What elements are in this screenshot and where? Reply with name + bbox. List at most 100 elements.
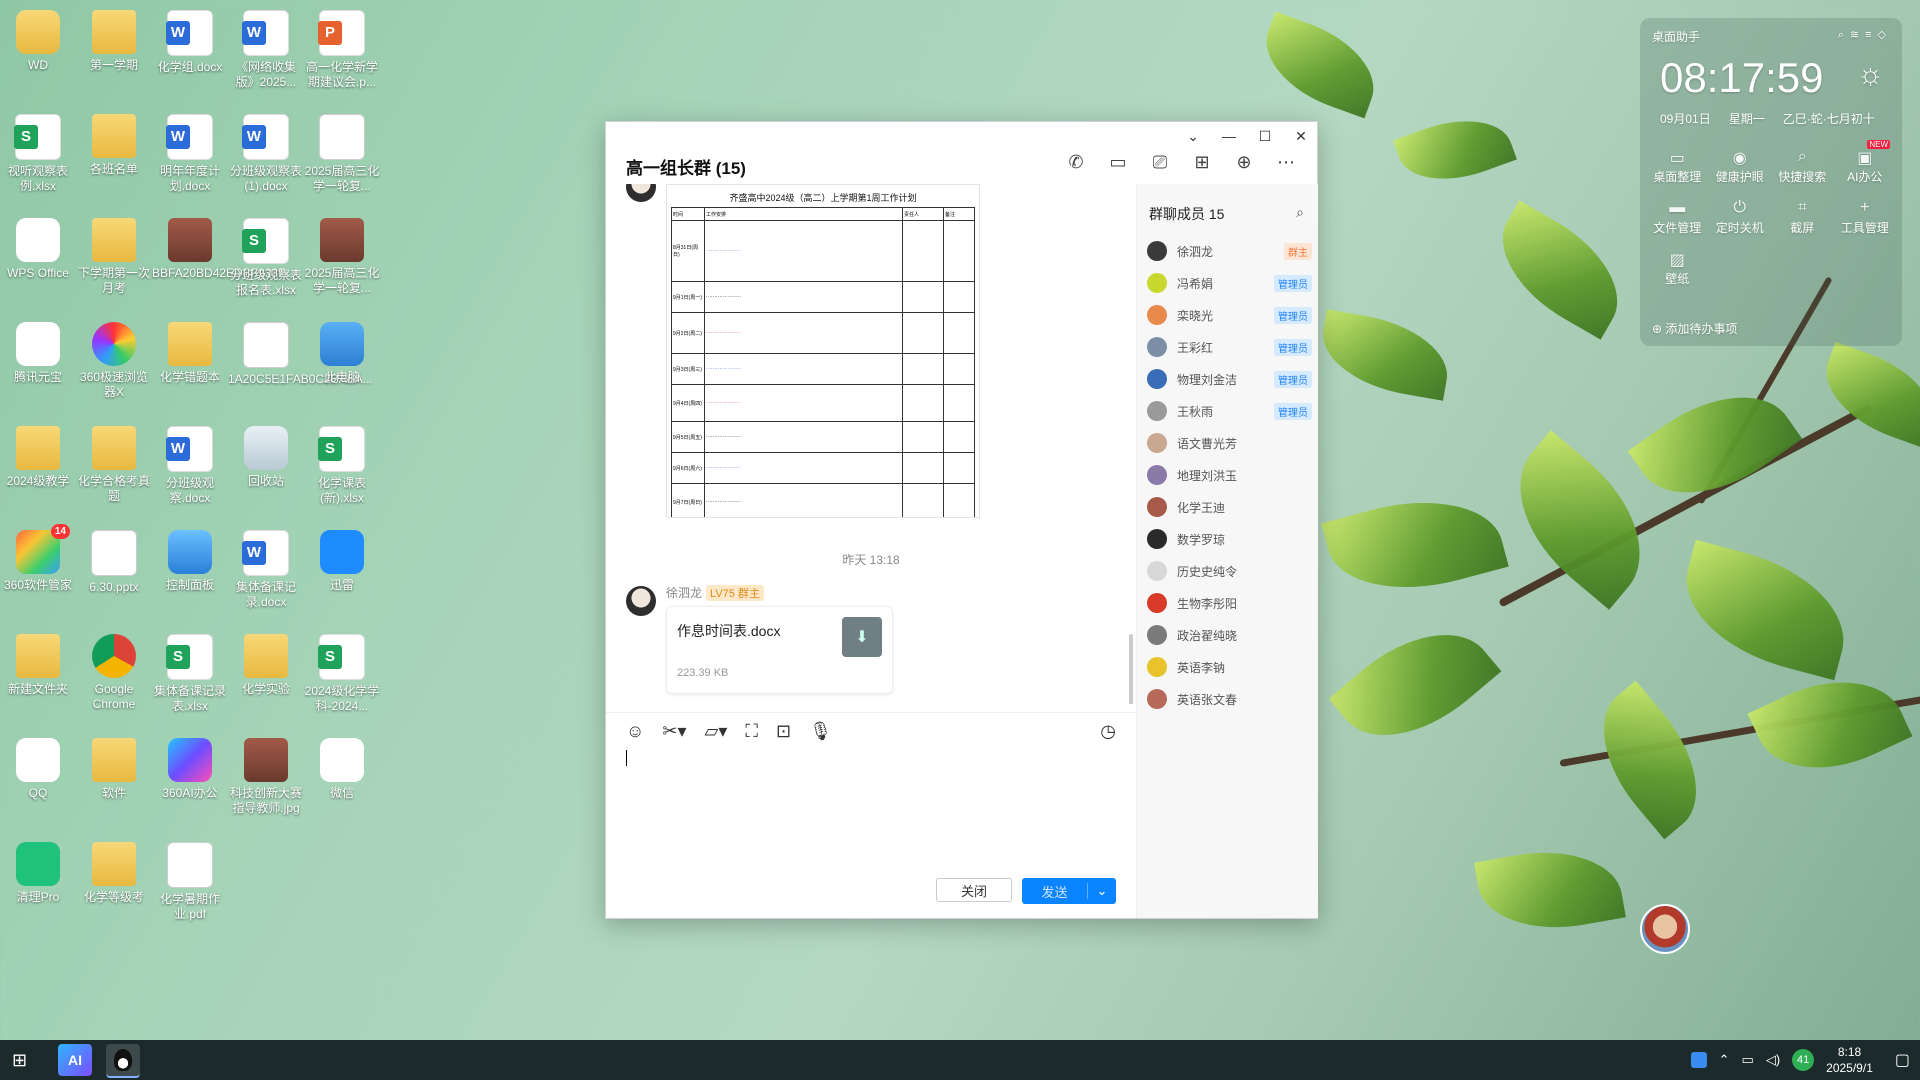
desktop-icon[interactable]: 科技创新大赛指导教师.jpg — [228, 732, 304, 816]
minimize-icon[interactable]: — — [1221, 128, 1237, 145]
add-todo-button[interactable]: ⊕ 添加待办事项 — [1652, 320, 1737, 337]
desktop-icon[interactable]: 明年年度计划.docx — [152, 108, 228, 194]
desktop-icon[interactable]: 2025届高三化学一轮复... — [304, 212, 380, 296]
volume-icon[interactable]: ◁) — [1766, 1052, 1780, 1068]
desktop-icon[interactable]: 2024级教学 — [0, 420, 76, 489]
network-icon[interactable]: ▭ — [1742, 1052, 1754, 1068]
desktop-icon[interactable]: 清理Pro — [0, 836, 76, 905]
desktop-icon[interactable]: 化学错题本 — [152, 316, 228, 385]
message-input[interactable] — [626, 750, 627, 766]
desktop-icon[interactable]: 分班级观察表报名表.xlsx — [228, 212, 304, 298]
desktop-icon[interactable]: 分班级观察.docx — [152, 420, 228, 506]
desktop-icon[interactable]: 化学课表(新).xlsx — [304, 420, 380, 506]
avatar[interactable] — [626, 184, 656, 202]
desktop-icon[interactable]: 化学暑期作业.pdf — [152, 836, 228, 922]
desktop-icon[interactable]: 视听观察表例.xlsx — [0, 108, 76, 194]
scissors-icon[interactable]: ✂▾ — [662, 721, 686, 742]
collapse-icon[interactable]: ⌄ — [1185, 128, 1201, 145]
desktop-icon[interactable]: 回收站 — [228, 420, 304, 489]
desktop-icon[interactable]: 高一化学新学期建议会.p... — [304, 4, 380, 90]
desktop-icon[interactable]: 集体备课记录表.xlsx — [152, 628, 228, 714]
desktop-icon[interactable]: 化学组.docx — [152, 4, 228, 75]
red-packet-icon[interactable]: ⊡ — [776, 721, 791, 742]
maximize-icon[interactable]: ☐ — [1257, 128, 1273, 145]
member-item[interactable]: 地理刘洪玉 — [1147, 462, 1312, 488]
member-item[interactable]: 语文曹光芳 — [1147, 430, 1312, 456]
avatar[interactable] — [626, 586, 656, 616]
more-icon[interactable]: ⋯ — [1275, 152, 1297, 173]
desktop-icon[interactable]: WPS Office — [0, 212, 76, 281]
desktop-icon[interactable]: BBFA20BD42EDBF933F... — [152, 212, 294, 281]
send-button[interactable]: 发送 ⌄ — [1022, 878, 1116, 904]
taskbar-ai-app[interactable]: AI — [58, 1044, 92, 1076]
desktop-icon[interactable]: 化学实验 — [228, 628, 304, 697]
widget-tool[interactable]: ⌗ 截屏 — [1771, 199, 1834, 236]
desktop-icon[interactable]: 化学等级考 — [76, 836, 152, 905]
document-image-message[interactable]: 齐盛高中2024级（高二）上学期第1周工作计划 时间 工作安排 责任人 备注 8… — [666, 184, 980, 518]
desktop-icon[interactable]: 控制面板 — [152, 524, 228, 593]
desktop-icon[interactable]: 迅雷 — [304, 524, 380, 593]
desktop-icon[interactable]: 第一学期 — [76, 4, 152, 73]
desktop-icon[interactable]: 14 360软件管家 — [0, 524, 76, 593]
member-item[interactable]: 生物李彤阳 — [1147, 590, 1312, 616]
member-item[interactable]: 徐泗龙 群主 — [1147, 238, 1312, 264]
desktop-icon[interactable]: 各班名单 — [76, 108, 152, 177]
member-item[interactable]: 物理刘金洁 管理员 — [1147, 366, 1312, 392]
desktop-icon[interactable]: 《网络收集版》2025... — [228, 4, 304, 90]
desktop-icon[interactable]: 软件 — [76, 732, 152, 801]
member-item[interactable]: 数学罗琼 — [1147, 526, 1312, 552]
widget-tool[interactable]: ▣ AI办公 NEW — [1834, 140, 1897, 185]
temperature-badge[interactable]: 41 — [1792, 1049, 1815, 1071]
search-icon[interactable]: ⌕ — [1838, 29, 1850, 41]
desktop-icon[interactable]: WD — [0, 4, 76, 73]
close-icon[interactable]: ✕ — [1293, 128, 1309, 145]
desktop-icon[interactable]: 新建文件夹 — [0, 628, 76, 697]
member-item[interactable]: 化学王迪 — [1147, 494, 1312, 520]
member-item[interactable]: 王秋雨 管理员 — [1147, 398, 1312, 424]
folder-icon[interactable]: ▱▾ — [705, 721, 728, 742]
screen-share-icon[interactable]: ⎚ — [1149, 152, 1171, 173]
show-hidden-icon[interactable]: ⌃ — [1719, 1052, 1730, 1068]
floating-avatar[interactable] — [1640, 904, 1690, 954]
scrollbar[interactable] — [1129, 634, 1133, 704]
qq-tray-icon[interactable] — [1690, 1052, 1707, 1068]
add-icon[interactable]: ⊕ — [1233, 152, 1255, 173]
desktop-icon[interactable]: 下学期第一次月考 — [76, 212, 152, 296]
history-clock-icon[interactable]: ◷ — [1100, 721, 1116, 742]
widget-tool[interactable]: ◉ 健康护眼 — [1709, 148, 1772, 185]
video-icon[interactable]: ▭ — [1107, 152, 1129, 173]
desktop-icon[interactable]: 化学合格考真题 — [76, 420, 152, 504]
close-button[interactable]: 关闭 — [936, 878, 1012, 902]
widget-tool[interactable]: ▬ 文件管理 — [1646, 199, 1709, 236]
desktop-icon[interactable]: 2025届高三化学一轮复... — [304, 108, 380, 194]
desktop-icon[interactable]: Google Chrome — [76, 628, 152, 712]
taskbar-clock[interactable]: 8:18 2025/9/1 — [1826, 1044, 1873, 1076]
desktop-icon[interactable]: 腾讯元宝 — [0, 316, 76, 385]
desktop-icon[interactable]: 6.30.pptx — [76, 524, 152, 595]
desktop-icon[interactable]: 2024级化学学科-2024... — [304, 628, 380, 714]
member-item[interactable]: 英语李钠 — [1147, 654, 1312, 680]
member-item[interactable]: 英语张文春 — [1147, 686, 1312, 712]
layers-icon[interactable]: ≋ — [1850, 29, 1865, 41]
widget-tool[interactable]: ⌕ 快捷搜索 — [1771, 148, 1834, 185]
message-list[interactable]: 齐盛高中2024级（高二）上学期第1周工作计划 时间 工作安排 责任人 备注 8… — [606, 184, 1136, 704]
microphone-icon[interactable]: 🎙︎ — [809, 721, 832, 742]
emoji-icon[interactable]: ☺ — [626, 721, 644, 742]
member-search-icon[interactable]: ⌕ — [1296, 204, 1304, 221]
desktop-icon[interactable]: 360极速浏览器X — [76, 316, 152, 400]
download-icon[interactable]: ⬇ — [842, 617, 882, 657]
widget-tool[interactable]: + 工具管理 — [1834, 199, 1897, 236]
desktop-icon[interactable]: QQ — [0, 732, 76, 801]
taskbar-qq-app[interactable] — [106, 1044, 140, 1078]
member-item[interactable]: 历史史纯令 — [1147, 558, 1312, 584]
widget-tool[interactable]: ▨ 壁纸 — [1646, 250, 1709, 287]
desktop-icon[interactable]: 微信 — [304, 732, 380, 801]
desktop-icon[interactable]: 1A20C5E1FAB0C2BAEA... — [228, 316, 373, 387]
desktop-icon[interactable]: 分班级观察表(1).docx — [228, 108, 304, 194]
file-message[interactable]: 作息时间表.docx 223.39 KB ⬇ — [666, 606, 893, 694]
send-options-chevron-icon[interactable]: ⌄ — [1087, 883, 1116, 899]
member-item[interactable]: 冯希娟 管理员 — [1147, 270, 1312, 296]
phone-icon[interactable]: ✆ — [1065, 152, 1087, 173]
image-icon[interactable]: ⛶ — [745, 721, 758, 742]
collapse-icon[interactable]: ◇ — [1878, 29, 1892, 41]
